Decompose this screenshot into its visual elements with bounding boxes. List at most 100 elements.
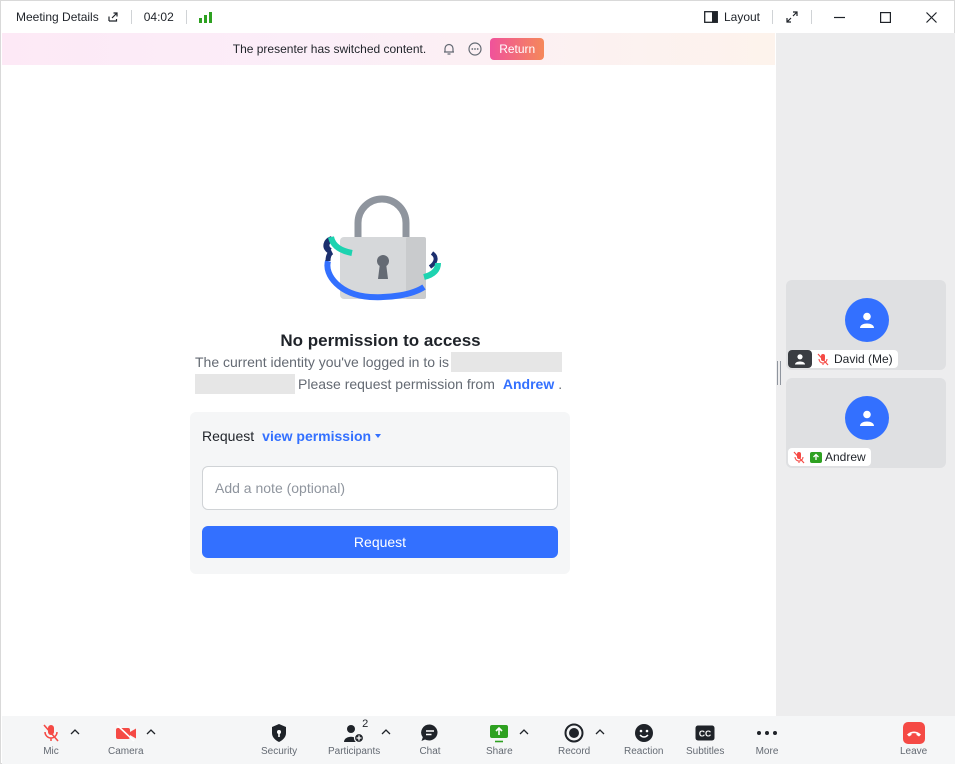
request-permission-text: Please request permission from Andrew . <box>195 374 562 394</box>
share-screen-icon <box>487 722 511 744</box>
camera-button[interactable]: Camera <box>108 722 144 757</box>
divider <box>772 10 773 24</box>
sharing-icon <box>810 451 822 463</box>
redacted-identity <box>451 352 563 372</box>
participants-label: Participants <box>328 746 381 757</box>
period: . <box>558 376 563 392</box>
chat-label: Chat <box>419 746 441 757</box>
chevron-up-icon[interactable] <box>519 728 529 736</box>
participant-name: Andrew <box>825 450 866 464</box>
owner-link[interactable]: Andrew <box>503 376 554 392</box>
mic-off-icon <box>39 722 63 744</box>
host-icon <box>788 350 812 368</box>
meeting-timer: 04:02 <box>143 10 174 24</box>
leave-label: Leave <box>900 746 928 757</box>
banner-message: The presenter has switched content. <box>232 42 427 56</box>
lock-illustration <box>323 195 441 301</box>
record-button[interactable]: Record <box>558 722 590 757</box>
participant-tile[interactable]: David (Me) <box>786 280 946 370</box>
chevron-up-icon[interactable] <box>381 728 391 736</box>
identity-label: The current identity you've logged in to… <box>195 354 450 370</box>
avatar <box>845 298 889 342</box>
share-label: Share <box>486 746 513 757</box>
identity-text: The current identity you've logged in to… <box>195 352 563 372</box>
mic-button[interactable]: Mic <box>39 722 63 757</box>
page-title: No permission to access <box>280 331 481 350</box>
maximize-icon <box>879 11 891 23</box>
shield-icon <box>267 722 291 744</box>
meeting-details-button[interactable]: Meeting Details <box>16 10 99 24</box>
smile-icon <box>632 722 656 744</box>
record-label: Record <box>558 746 591 757</box>
svg-text:CC: CC <box>699 729 711 739</box>
layout-icon <box>704 11 718 23</box>
leave-button[interactable]: Leave <box>900 722 927 757</box>
bell-icon[interactable] <box>442 42 456 56</box>
divider <box>811 10 812 24</box>
avatar <box>845 396 889 440</box>
participant-label: David (Me) <box>788 350 898 368</box>
mic-muted-icon <box>812 350 834 368</box>
security-button[interactable]: Security <box>261 722 297 757</box>
chat-icon <box>418 722 442 744</box>
chevron-up-icon[interactable] <box>146 728 156 736</box>
participant-name: David (Me) <box>834 352 893 366</box>
layout-label: Layout <box>723 10 760 24</box>
person-icon <box>860 410 874 426</box>
security-label: Security <box>261 746 298 757</box>
request-label: Request <box>202 428 255 444</box>
close-button[interactable] <box>908 1 954 33</box>
permission-dropdown[interactable]: view permission <box>262 428 371 444</box>
close-icon <box>925 11 937 23</box>
more-button[interactable]: More <box>755 722 779 757</box>
participant-tile[interactable]: Andrew <box>786 378 946 468</box>
share-button[interactable]: Share <box>486 722 513 757</box>
participants-panel: David (Me) Andrew <box>776 33 955 716</box>
layout-button[interactable]: Layout <box>704 10 760 24</box>
panel-resize-handle[interactable] <box>777 361 781 385</box>
more-dots-icon <box>755 722 779 744</box>
mic-label: Mic <box>43 746 59 757</box>
participants-button[interactable]: 2 Participants <box>328 718 381 757</box>
reaction-label: Reaction <box>624 746 664 757</box>
request-type-row: Request view permission <box>202 428 382 444</box>
person-icon <box>860 312 874 328</box>
people-icon: 2 <box>342 718 368 744</box>
caret-down-icon[interactable] <box>375 434 382 438</box>
maximize-button[interactable] <box>862 1 908 33</box>
return-button[interactable]: Return <box>490 38 545 60</box>
reaction-button[interactable]: Reaction <box>624 722 663 757</box>
subtitles-icon: CC <box>693 722 717 744</box>
minimize-button[interactable] <box>816 1 862 33</box>
record-icon <box>562 722 586 744</box>
signal-strength-icon[interactable] <box>198 11 212 23</box>
meeting-toolbar: Mic Camera Security 2 Participants Chat … <box>2 716 955 764</box>
camera-label: Camera <box>108 746 144 757</box>
divider <box>185 10 187 24</box>
redacted-identity <box>195 374 295 394</box>
title-bar: Meeting Details 04:02 Layout <box>1 1 954 33</box>
chevron-up-icon[interactable] <box>70 728 80 736</box>
more-label: More <box>755 746 779 757</box>
divider <box>130 10 132 24</box>
subtitles-label: Subtitles <box>686 746 725 757</box>
camera-off-icon <box>114 722 138 744</box>
meeting-window: Meeting Details 04:02 Layout The present… <box>0 0 955 764</box>
shared-content-area: No permission to access The current iden… <box>2 65 775 716</box>
participants-count: 2 <box>362 718 369 730</box>
fullscreen-button[interactable] <box>777 1 807 33</box>
external-link-icon[interactable] <box>107 11 119 23</box>
request-prefix: Please request permission from <box>298 376 495 392</box>
chevron-up-icon[interactable] <box>595 728 605 736</box>
participant-label: Andrew <box>788 448 871 466</box>
request-card: Request view permission Request <box>190 412 570 574</box>
subtitles-button[interactable]: CC Subtitles <box>686 722 724 757</box>
fullscreen-icon <box>786 11 798 23</box>
more-dots-icon[interactable] <box>468 42 482 56</box>
note-input[interactable] <box>202 466 558 510</box>
mic-muted-icon <box>788 448 810 466</box>
request-button[interactable]: Request <box>202 526 558 558</box>
presenter-banner: The presenter has switched content. Retu… <box>2 33 775 65</box>
chat-button[interactable]: Chat <box>418 722 442 757</box>
minimize-icon <box>833 16 845 18</box>
